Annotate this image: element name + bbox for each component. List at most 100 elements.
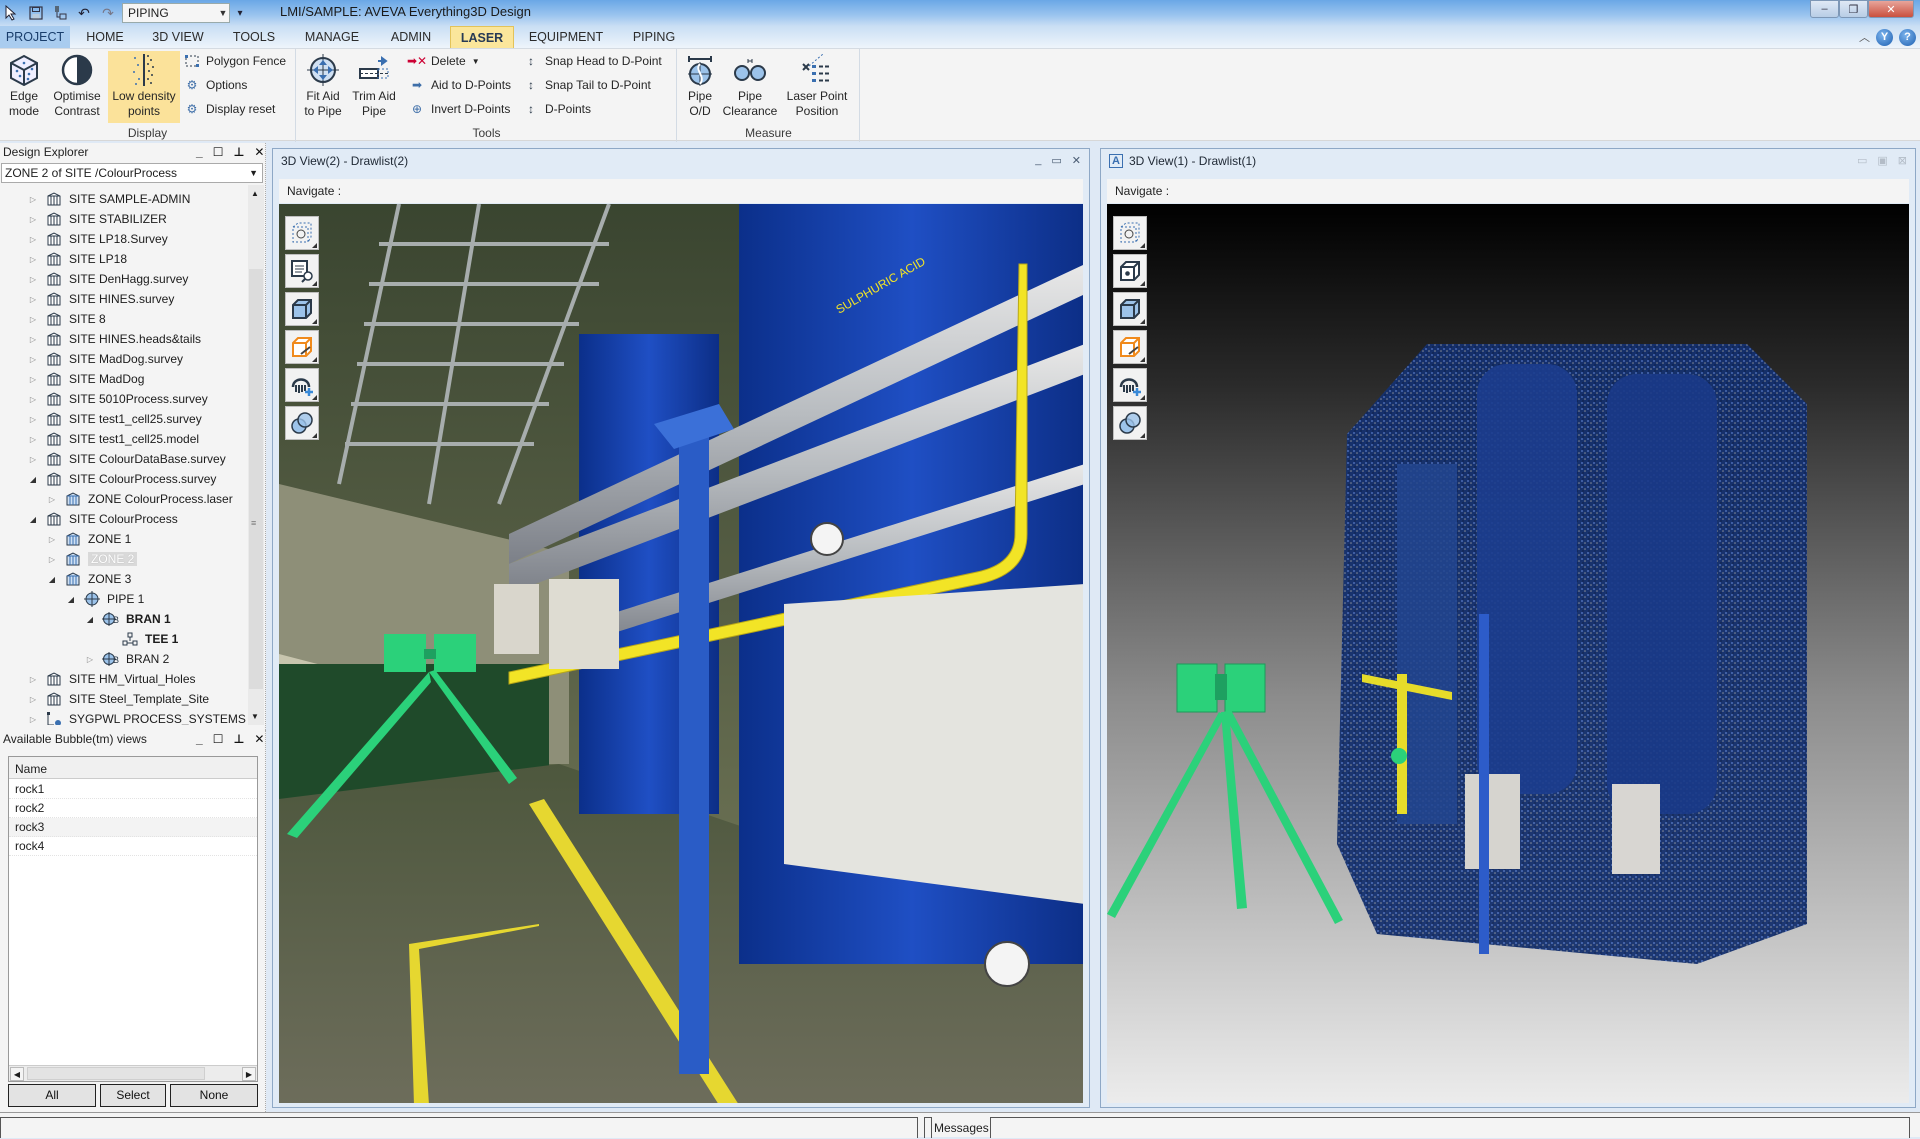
tab-3d-view[interactable]: 3D VIEW: [140, 26, 216, 48]
view-cube-icon[interactable]: [285, 216, 319, 250]
overlap-circles-icon[interactable]: [1113, 406, 1147, 440]
solid-cube-icon[interactable]: [285, 292, 319, 326]
pin-icon[interactable]: ⊥: [233, 145, 244, 159]
pipe-clearance-button[interactable]: Pipe Clearance: [722, 51, 778, 123]
tree-node[interactable]: ▷ SITE test1_cell25.model: [27, 429, 199, 449]
close-view-icon[interactable]: ✕: [1072, 154, 1081, 167]
solid-cube-icon[interactable]: [1113, 292, 1147, 326]
scroll-down-icon[interactable]: ▼: [251, 712, 259, 721]
expand-arrow-icon[interactable]: ▷: [27, 255, 39, 264]
3d-canvas-pointcloud[interactable]: [1107, 204, 1909, 1103]
all-button[interactable]: All: [8, 1084, 96, 1107]
expand-arrow-icon[interactable]: ▷: [27, 715, 39, 724]
tree-node[interactable]: ▷ SITE test1_cell25.survey: [27, 409, 202, 429]
scroll-thumb[interactable]: [249, 269, 263, 689]
messages-field[interactable]: [990, 1117, 1910, 1138]
save-icon[interactable]: [26, 3, 46, 23]
tree-node[interactable]: ▷ ZONE 2: [46, 549, 138, 569]
tab-equipment[interactable]: EQUIPMENT: [518, 26, 614, 48]
list-item[interactable]: rock4: [9, 837, 257, 856]
expand-arrow-icon[interactable]: ▷: [27, 315, 39, 324]
tree-node[interactable]: ▷ SITE LP18: [27, 249, 127, 269]
expand-arrow-icon[interactable]: ▷: [27, 275, 39, 284]
3d-canvas-photo[interactable]: SULPHURIC ACID: [279, 204, 1083, 1103]
tab-admin[interactable]: ADMIN: [376, 26, 446, 48]
expand-arrow-icon[interactable]: ▷: [27, 335, 39, 344]
column-header-name[interactable]: Name: [9, 757, 257, 779]
explorer-scope-combo[interactable]: ZONE 2 of SITE /ColourProcess ▼: [1, 163, 263, 183]
fit-aid-to-pipe-button[interactable]: Fit Aid to Pipe: [301, 51, 345, 123]
expand-arrow-icon[interactable]: ▷: [27, 355, 39, 364]
optimise-contrast-button[interactable]: Optimise Contrast: [48, 51, 106, 123]
tree-node[interactable]: ▷ SITE HINES.survey: [27, 289, 174, 309]
expand-arrow-icon[interactable]: ▷: [46, 555, 58, 564]
expand-arrow-icon[interactable]: ▷: [46, 495, 58, 504]
tree-node[interactable]: ◢ SITE ColourProcess.survey: [27, 469, 216, 489]
tree-node[interactable]: ◢ SITE ColourProcess: [27, 509, 178, 529]
tree-node[interactable]: ▷ SITE HM_Virtual_Holes: [27, 669, 196, 689]
minimize-view-icon[interactable]: _: [1035, 154, 1041, 167]
maximize-panel-icon[interactable]: ☐: [213, 732, 224, 746]
point-cloud-add-icon[interactable]: [1113, 368, 1147, 402]
expand-arrow-icon[interactable]: ▷: [27, 695, 39, 704]
expand-arrow-icon[interactable]: ▷: [27, 395, 39, 404]
search-list-icon[interactable]: [285, 254, 319, 288]
list-item[interactable]: rock3: [9, 818, 257, 837]
polygon-fence-button[interactable]: Polygon Fence: [184, 51, 286, 71]
collapse-arrow-icon[interactable]: ◢: [27, 515, 39, 524]
collapse-arrow-icon[interactable]: ◢: [46, 575, 58, 584]
tree-node[interactable]: ▷ B BRAN 2: [84, 649, 169, 669]
pipe-od-button[interactable]: Pipe O/D: [684, 51, 716, 123]
clip-box-icon[interactable]: [285, 330, 319, 364]
tab-piping[interactable]: PIPING: [618, 26, 690, 48]
tree-node[interactable]: ▷ SITE LP18.Survey: [27, 229, 168, 249]
undo-icon[interactable]: ↶: [74, 3, 94, 23]
close-panel-icon[interactable]: ✕: [254, 145, 264, 159]
tab-tools[interactable]: TOOLS: [220, 26, 288, 48]
tree-node[interactable]: ▷ SYGPWL PROCESS_SYSTEMS: [27, 709, 246, 725]
pin-icon[interactable]: ⊥: [233, 732, 244, 746]
point-cloud-add-icon[interactable]: [285, 368, 319, 402]
display-reset-button[interactable]: ⚙ Display reset: [184, 99, 276, 119]
tree-node[interactable]: ▷ SITE STABILIZER: [27, 209, 167, 229]
tree-node[interactable]: ▷ ZONE ColourProcess.laser: [46, 489, 233, 509]
tree-node[interactable]: ◢ B BRAN 1: [84, 609, 171, 629]
expand-arrow-icon[interactable]: ▷: [46, 535, 58, 544]
tree-scrollbar[interactable]: ▲ ≡ ▼: [248, 185, 264, 725]
minimize-button[interactable]: –: [1810, 0, 1839, 18]
pointer-icon[interactable]: [2, 3, 22, 23]
aid-to-dpoints-button[interactable]: ➡ Aid to D-Points: [409, 75, 511, 95]
tree-node[interactable]: ◢ ZONE 3: [46, 569, 131, 589]
edge-mode-button[interactable]: Edge mode: [4, 51, 44, 123]
redo-icon[interactable]: ↷: [98, 3, 118, 23]
collapse-arrow-icon[interactable]: ◢: [65, 595, 77, 604]
overlap-circles-icon[interactable]: [285, 406, 319, 440]
clip-box-icon[interactable]: [1113, 330, 1147, 364]
tree-node[interactable]: ▷ SITE 5010Process.survey: [27, 389, 208, 409]
tree-node[interactable]: TEE 1: [103, 629, 178, 649]
collapse-arrow-icon[interactable]: ◢: [27, 475, 39, 484]
tab-project[interactable]: PROJECT: [0, 26, 70, 48]
expand-arrow-icon[interactable]: ▷: [27, 235, 39, 244]
laser-point-position-button[interactable]: Laser Point Position: [782, 51, 852, 123]
view-cube-icon[interactable]: [1113, 216, 1147, 250]
expand-arrow-icon[interactable]: ▷: [27, 415, 39, 424]
tree-node[interactable]: ▷ SITE 8: [27, 309, 106, 329]
tab-laser[interactable]: LASER: [450, 26, 514, 48]
tab-home[interactable]: HOME: [74, 26, 136, 48]
horizontal-scrollbar[interactable]: ◀ ▶: [9, 1065, 257, 1081]
tree-node[interactable]: ▷ SITE MadDog: [27, 369, 144, 389]
trim-aid-pipe-button[interactable]: Trim Aid Pipe: [351, 51, 397, 123]
cube-point-icon[interactable]: [1113, 254, 1147, 288]
close-view-icon[interactable]: ⊠: [1898, 154, 1907, 167]
expand-arrow-icon[interactable]: ▷: [27, 375, 39, 384]
tree-node[interactable]: ▷ SITE DenHagg.survey: [27, 269, 188, 289]
expand-arrow-icon[interactable]: ▷: [27, 215, 39, 224]
snap-head-button[interactable]: ↕ Snap Head to D-Point: [523, 51, 662, 71]
minimize-view-icon[interactable]: ▭: [1857, 154, 1867, 167]
tree-node[interactable]: ▷ SITE ColourDataBase.survey: [27, 449, 226, 469]
tree-node[interactable]: ▷ SITE Steel_Template_Site: [27, 689, 209, 709]
minimize-panel-icon[interactable]: _: [196, 145, 203, 159]
dpoints-button[interactable]: ↕ D-Points: [523, 99, 591, 119]
expand-arrow-icon[interactable]: ▷: [27, 195, 39, 204]
